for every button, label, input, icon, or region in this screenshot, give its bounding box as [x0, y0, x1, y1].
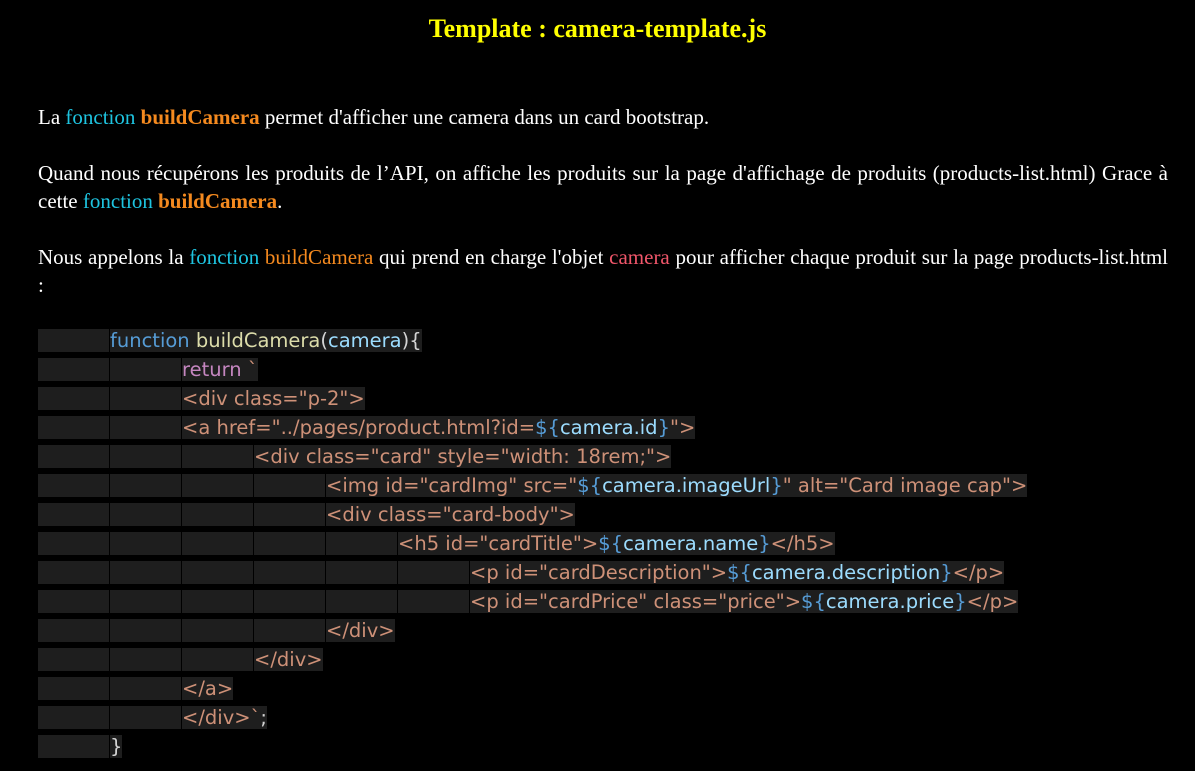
function-name-buildcamera: buildCamera [264, 245, 374, 269]
keyword-fonction: fonction [189, 245, 260, 269]
code-line: <div class="card-body"> [38, 500, 1027, 529]
code-block: function buildCamera(camera){ return ` <… [38, 326, 1028, 761]
code-line: <h5 id="cardTitle">${camera.name}</h5> [38, 529, 1027, 558]
function-name-buildcamera: buildCamera [158, 189, 278, 213]
api-paragraph: Quand nous récupérons les produits de l’… [38, 159, 1168, 215]
code-line: <p id="cardDescription">${camera.descrip… [38, 558, 1027, 587]
code-line: <a href="../pages/product.html?id=${came… [38, 413, 1027, 442]
keyword-fonction: fonction [82, 189, 153, 213]
code-line: function buildCamera(camera){ [38, 326, 1027, 355]
keyword-fonction: fonction [65, 105, 136, 129]
intro-paragraph: La fonction buildCamera permet d'affiche… [38, 103, 1168, 131]
code-line: <img id="cardImg" src="${camera.imageUrl… [38, 471, 1028, 500]
object-name-camera: camera [609, 245, 670, 269]
code-line: </a> [38, 674, 1027, 703]
code-line: </div> [38, 616, 1027, 645]
paragraph-text: permet d'afficher une camera dans un car… [259, 105, 710, 129]
code-line: </div> [38, 645, 1027, 674]
paragraph-text: La [38, 105, 66, 129]
function-name-buildcamera: buildCamera [140, 105, 260, 129]
code-line: <p id="cardPrice" class="price">${camera… [38, 587, 1027, 616]
code-line: return ` [38, 355, 1027, 384]
code-line: </div>`; [38, 703, 1027, 732]
code-line: <div class="card" style="width: 18rem;"> [38, 442, 1027, 471]
paragraph-text: qui prend en charge l'objet [373, 245, 610, 269]
page-title: Template : camera-template.js [428, 14, 767, 43]
paragraph-text: . [277, 189, 283, 213]
code-line: <div class="p-2"> [38, 384, 1027, 413]
paragraph-text: Nous appelons la [38, 245, 190, 269]
code-line: } [38, 732, 1027, 761]
usage-paragraph: Nous appelons la fonction buildCamera qu… [38, 243, 1168, 299]
